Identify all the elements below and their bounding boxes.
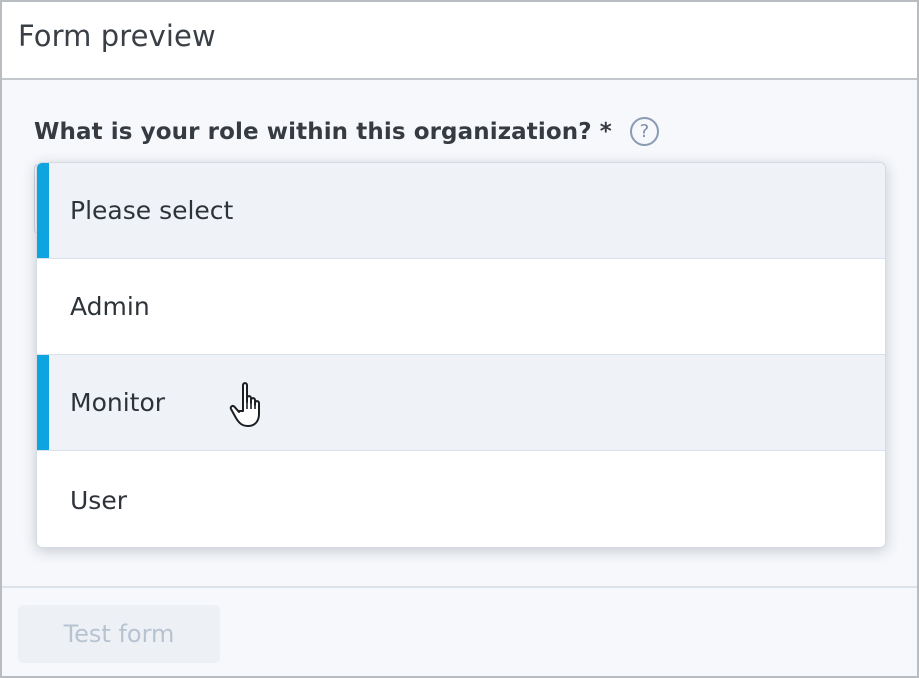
test-form-button[interactable]: Test form bbox=[18, 605, 220, 663]
form-content: What is your role within this organizati… bbox=[2, 80, 917, 586]
option-admin[interactable]: Admin bbox=[37, 259, 885, 355]
footer: Test form bbox=[2, 586, 917, 676]
option-label: Please select bbox=[70, 196, 234, 225]
option-user[interactable]: User bbox=[37, 451, 885, 547]
header: Form preview bbox=[2, 2, 917, 80]
option-label: User bbox=[70, 485, 127, 515]
option-monitor[interactable]: Monitor bbox=[37, 355, 885, 451]
hand-pointer-icon bbox=[229, 382, 260, 427]
option-label: Monitor bbox=[70, 388, 166, 417]
role-dropdown-list: Please select Admin Monitor User bbox=[36, 162, 886, 548]
question-label: What is your role within this organizati… bbox=[34, 118, 612, 145]
option-label: Admin bbox=[70, 292, 150, 321]
page-title: Form preview bbox=[18, 19, 216, 53]
form-preview-window: Form preview What is your role within th… bbox=[0, 0, 919, 678]
question-row: What is your role within this organizati… bbox=[34, 117, 659, 146]
option-please-select[interactable]: Please select bbox=[37, 163, 885, 259]
help-icon[interactable]: ? bbox=[629, 117, 659, 146]
